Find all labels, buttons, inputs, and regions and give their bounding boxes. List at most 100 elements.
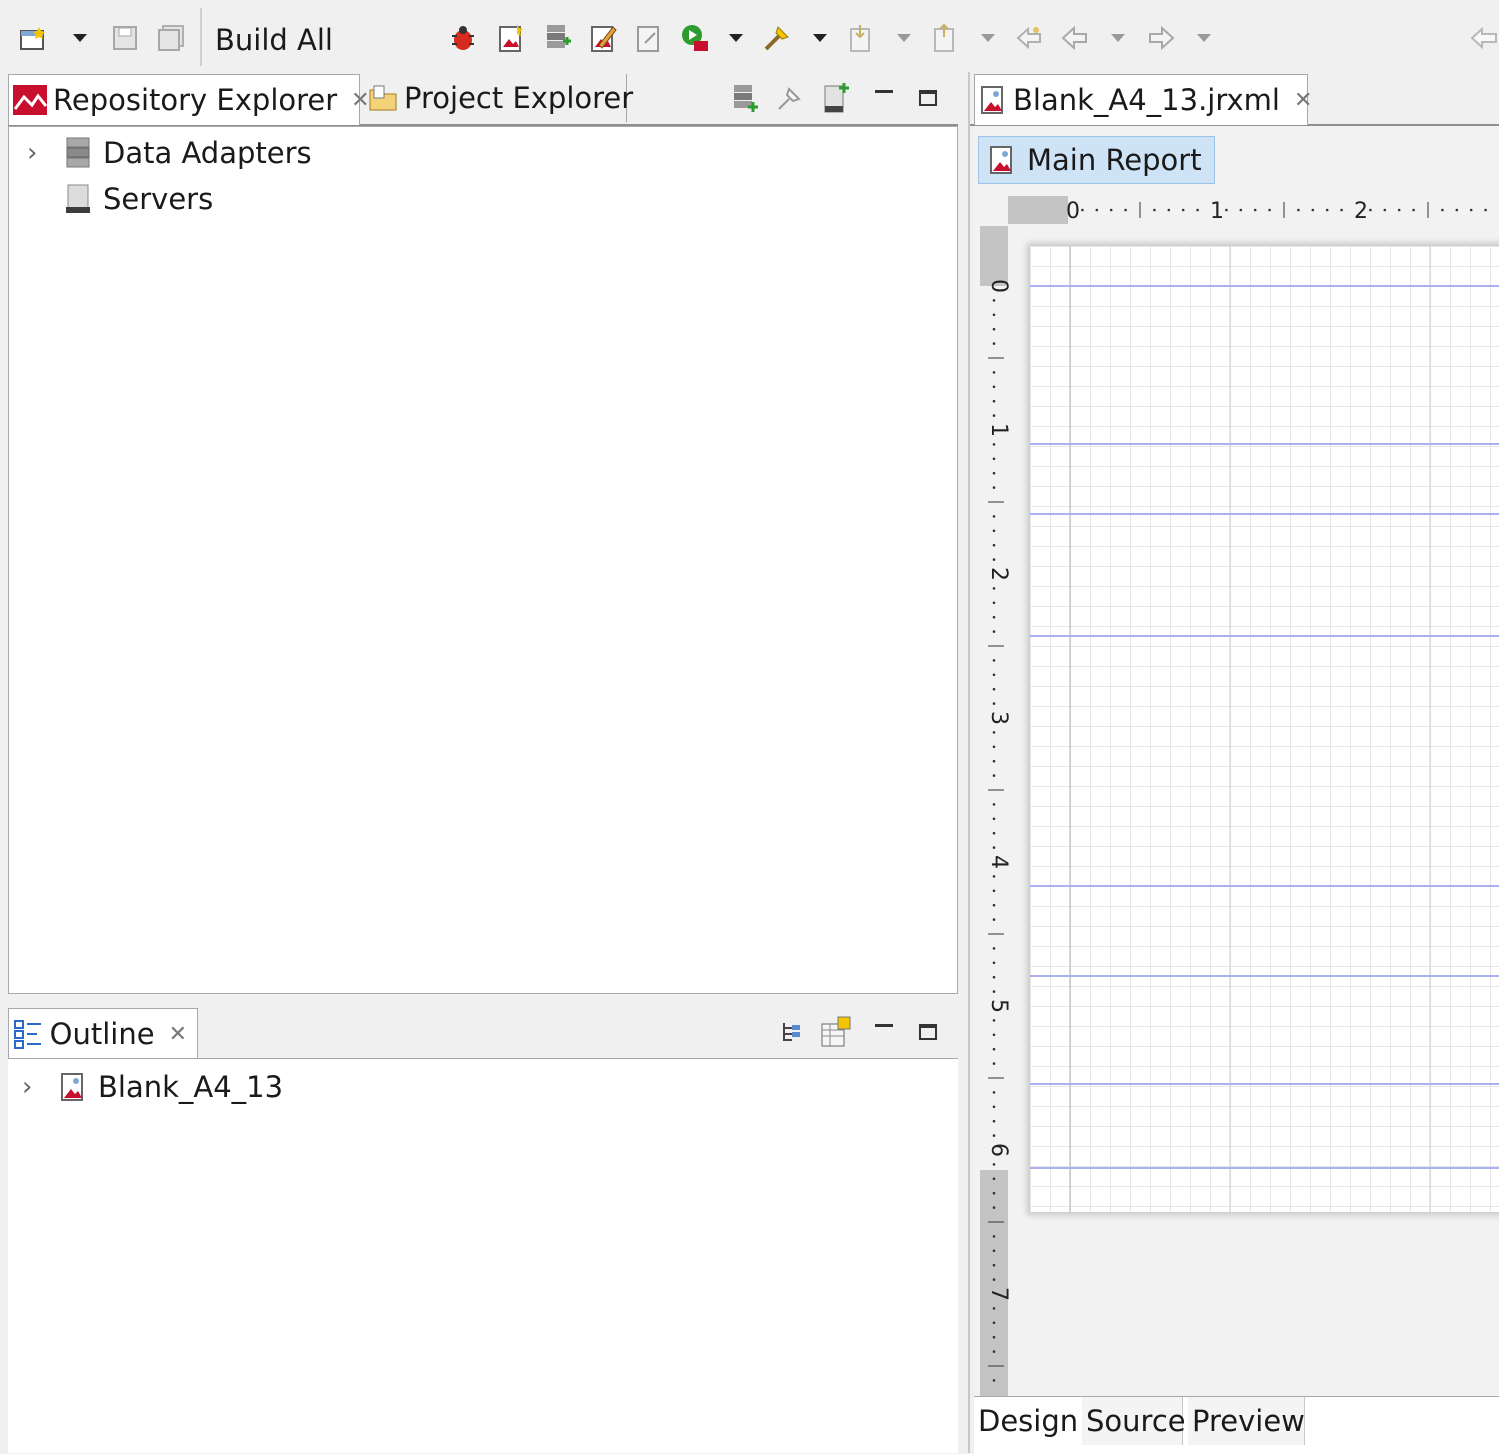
external-tools-icon[interactable] [762, 22, 792, 54]
external-tools-dropdown-icon[interactable] [812, 26, 828, 50]
ruler-tick [992, 1206, 996, 1209]
ruler-tick [992, 486, 996, 489]
thumbnail-view-icon[interactable] [820, 1014, 852, 1050]
add-data-adapter-icon[interactable] [728, 80, 760, 116]
ruler-tick [1469, 208, 1473, 212]
ruler-tick [992, 327, 996, 331]
tree-item-servers[interactable]: Servers [63, 179, 213, 219]
tab-repository-explorer[interactable]: Repository Explorer ✕ [8, 74, 370, 125]
run-dropdown-icon[interactable] [728, 26, 744, 50]
previous-annotation-dropdown-icon[interactable] [980, 26, 996, 50]
ruler-tick [992, 313, 996, 317]
new-data-adapter-icon[interactable] [542, 22, 572, 54]
pin-icon[interactable] [1468, 22, 1498, 54]
ruler-tick [992, 817, 996, 821]
tree-item-blank-a4-13[interactable]: › Blank_A4_13 [22, 1067, 283, 1107]
back-dropdown-icon[interactable] [1110, 26, 1126, 50]
servers-icon [63, 183, 93, 215]
report-icon [987, 144, 1017, 176]
design-canvas[interactable]: Main Report 0 1 2 0 1 2 3 4 5 6 7 [974, 126, 1499, 1396]
repository-explorer-icon [13, 83, 47, 117]
ruler-label-2: 2 [986, 567, 1010, 581]
tab-project-explorer[interactable]: Project Explorer [364, 74, 633, 122]
ruler-tick [992, 702, 996, 705]
ruler-tick [1484, 208, 1487, 212]
tab-preview[interactable]: Preview [1188, 1397, 1305, 1445]
ruler-tick [992, 1379, 996, 1382]
minimize-icon[interactable] [868, 1014, 900, 1050]
forward-icon[interactable] [1146, 22, 1176, 54]
maximize-icon[interactable] [912, 80, 944, 116]
next-annotation-dropdown-icon[interactable] [896, 26, 912, 50]
new-report-icon[interactable] [496, 22, 526, 54]
save-icon[interactable] [110, 22, 140, 54]
save-all-icon[interactable] [156, 22, 186, 54]
ruler-tick [992, 659, 996, 662]
close-icon[interactable]: ✕ [169, 1022, 187, 1047]
ruler-tick [1109, 208, 1113, 212]
outline-icon [13, 1017, 44, 1051]
ruler-tick [992, 1335, 996, 1339]
report-page[interactable] [1030, 246, 1499, 1212]
new-dropdown-icon[interactable] [72, 26, 88, 50]
ruler-tick [992, 1119, 996, 1123]
ruler-tick [992, 342, 996, 345]
build-all-button[interactable]: Build All [215, 22, 333, 58]
back-icon[interactable] [1060, 22, 1090, 54]
ruler-label-6: 6 [986, 1143, 1010, 1157]
ruler-tick [992, 774, 996, 777]
tree-view-icon[interactable] [776, 1014, 808, 1050]
debug-icon[interactable] [448, 22, 478, 54]
ruler-tick [1225, 208, 1228, 212]
run-icon[interactable] [680, 22, 710, 54]
close-icon[interactable]: ✕ [1294, 88, 1312, 113]
ruler-tick [992, 687, 996, 691]
expand-chevron-icon[interactable]: › [27, 138, 47, 168]
previous-annotation-icon[interactable] [930, 22, 960, 54]
ruler-label-3: 3 [986, 711, 1010, 725]
ruler-tick [992, 990, 996, 993]
ruler-tick [992, 1163, 996, 1166]
ruler-label-1: 1 [1210, 199, 1224, 224]
ruler-margin-left [1008, 196, 1068, 224]
ruler-tick [992, 1235, 996, 1238]
tab-outline[interactable]: Outline ✕ [8, 1008, 198, 1059]
ruler-tick [992, 1105, 996, 1109]
tree-item-data-adapters[interactable]: › Data Adapters [27, 133, 312, 173]
edit-report-icon[interactable] [588, 22, 618, 54]
add-server-icon[interactable] [820, 80, 852, 116]
editor-bottom-tabs: Design Source Preview [974, 1396, 1499, 1454]
ruler-tick [992, 1263, 996, 1267]
ruler-tick [1397, 208, 1401, 212]
main-report-breadcrumb[interactable]: Main Report [978, 136, 1215, 184]
next-annotation-icon[interactable] [846, 22, 876, 54]
outline-tree: › Blank_A4_13 [8, 1058, 958, 1453]
tab-blank-a4-13-jrxml[interactable]: Blank_A4_13.jrxml ✕ [974, 74, 1312, 125]
forward-dropdown-icon[interactable] [1196, 26, 1212, 50]
repository-tabbar: Repository Explorer ✕ Project Explorer [8, 72, 958, 126]
tab-label: Outline [49, 1017, 155, 1051]
ruler-tick [992, 1033, 996, 1037]
ruler-tick [1455, 208, 1459, 212]
tab-design[interactable]: Design [974, 1397, 1083, 1445]
compile-icon[interactable] [634, 22, 664, 54]
pin-tool-icon[interactable] [774, 80, 806, 116]
editor-tabbar: Blank_A4_13.jrxml ✕ [970, 72, 1499, 126]
ruler-label-0: 0 [986, 279, 1010, 293]
ruler-tick [1196, 208, 1199, 212]
ruler-tick [992, 558, 996, 561]
ruler-tick [992, 947, 996, 950]
tab-source[interactable]: Source [1082, 1397, 1186, 1445]
tab-label: Project Explorer [404, 81, 634, 115]
ruler-tick [992, 803, 996, 806]
ruler-tick [992, 385, 996, 389]
maximize-icon[interactable] [912, 1014, 944, 1050]
new-wizard-icon[interactable] [18, 22, 48, 54]
minimize-icon[interactable] [868, 80, 900, 116]
last-edit-icon[interactable] [1014, 22, 1044, 54]
data-adapters-icon [63, 137, 93, 169]
expand-chevron-icon[interactable]: › [22, 1072, 42, 1102]
ruler-tick [1181, 208, 1185, 212]
ruler-tick [992, 543, 996, 547]
ruler-label-0: 0 [1066, 199, 1080, 224]
